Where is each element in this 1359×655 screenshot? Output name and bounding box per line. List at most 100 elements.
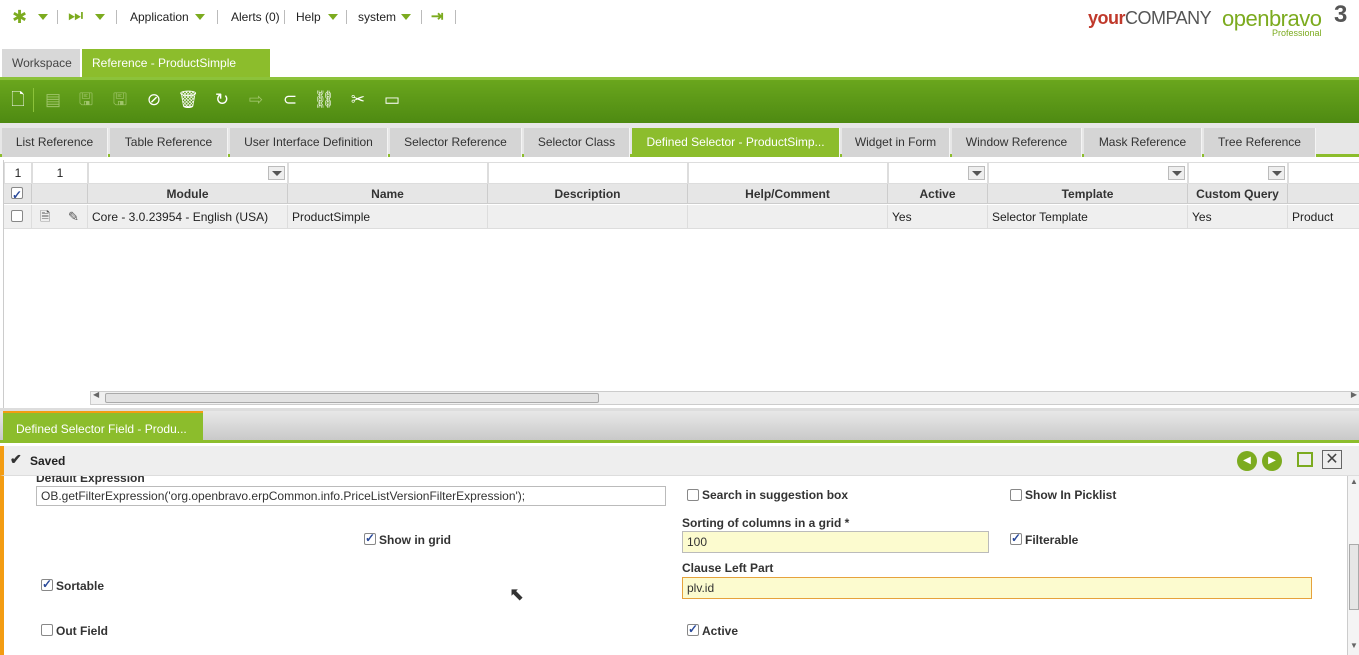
tab-workspace[interactable]: Workspace: [2, 49, 80, 77]
close-icon[interactable]: ✕: [328, 56, 341, 69]
openbravo-version: 3: [1334, 1, 1348, 28]
select-all-checkbox[interactable]: [11, 185, 23, 205]
active-filter[interactable]: [888, 162, 988, 184]
show-in-grid-checkbox[interactable]: [364, 531, 376, 545]
new-document-icon[interactable]: 🗋: [5, 87, 31, 113]
link-icon[interactable]: ⛓: [311, 87, 337, 113]
active-checkbox[interactable]: [687, 622, 699, 636]
show-in-grid-label: Show in grid: [379, 533, 451, 547]
help-dropdown-icon[interactable]: [328, 14, 338, 20]
template-filter[interactable]: [988, 162, 1188, 184]
open-form-icon[interactable]: 🗎: [40, 205, 50, 229]
name-filter[interactable]: [288, 162, 488, 184]
default-expression-label: Default Expression: [36, 476, 145, 485]
tab-table-reference[interactable]: Table Reference: [110, 128, 228, 157]
vertical-scrollbar[interactable]: ▲ ▼: [1347, 476, 1359, 655]
next-record-icon[interactable]: ▶: [1262, 451, 1282, 471]
user-dropdown-icon[interactable]: [401, 14, 411, 20]
horizontal-scrollbar[interactable]: ◀ ▶: [90, 390, 1359, 405]
record-form: Default Expression OB.getFilterExpressio…: [0, 476, 1347, 655]
tab-selector-reference[interactable]: Selector Reference: [390, 128, 522, 157]
delete-icon[interactable]: 🗑: [175, 87, 201, 113]
layout-icon[interactable]: ▭: [379, 87, 405, 113]
default-expression-field[interactable]: OB.getFilterExpression('org.openbravo.er…: [36, 486, 666, 506]
description-filter[interactable]: [488, 162, 688, 184]
module-filter[interactable]: [88, 162, 288, 184]
tab-selector-class[interactable]: Selector Class: [524, 128, 630, 157]
scroll-right-icon[interactable]: ▶: [1351, 390, 1357, 399]
search-in-suggestion-box-checkbox[interactable]: [687, 489, 699, 501]
cell-name: ProductSimple: [288, 205, 488, 229]
menu-dropdown-icon[interactable]: [38, 14, 48, 20]
previous-record-icon[interactable]: ◀: [1237, 451, 1257, 471]
tab-widget-in-form[interactable]: Widget in Form: [842, 128, 950, 157]
extra-filter[interactable]: [1288, 162, 1359, 184]
openbravo-menu-icon[interactable]: ✱: [12, 7, 27, 28]
tab-list-reference[interactable]: List Reference: [2, 128, 108, 157]
new-row-icon[interactable]: ▤: [40, 87, 66, 113]
tab-defined-selector[interactable]: Defined Selector - ProductSimp...: [632, 128, 840, 157]
cell-help: [688, 205, 888, 229]
quick-launch-icon[interactable]: ⏭: [68, 6, 83, 26]
tools-icon[interactable]: ✂: [345, 87, 371, 113]
tab-user-interface-definition[interactable]: User Interface Definition: [230, 128, 388, 157]
sorting-field[interactable]: 100: [682, 531, 989, 553]
tab-defined-selector-field[interactable]: Defined Selector Field - Produ...: [3, 411, 203, 443]
tab-reference-productsimple[interactable]: Reference - ProductSimple ✕: [82, 49, 341, 77]
application-menu[interactable]: Application: [130, 10, 189, 24]
refresh-icon[interactable]: ↻: [209, 87, 235, 113]
close-form-icon[interactable]: ✕: [1322, 450, 1342, 469]
clause-left-part-field[interactable]: plv.id: [682, 577, 1312, 599]
header-module[interactable]: Module: [88, 184, 288, 204]
table-row[interactable]: 🗎 ✎ Core - 3.0.23954 - English (USA) Pro…: [4, 205, 1359, 229]
show-in-picklist-checkbox[interactable]: [1010, 489, 1022, 501]
template-filter-dropdown-icon[interactable]: [1168, 166, 1185, 180]
tab-tree-reference[interactable]: Tree Reference: [1204, 128, 1316, 157]
cell-custom-query: Yes: [1188, 205, 1288, 229]
openbravo-professional-label: Professional: [1272, 28, 1322, 38]
quick-launch-dropdown-icon[interactable]: [95, 14, 105, 20]
module-filter-dropdown-icon[interactable]: [268, 166, 285, 180]
row-checkbox[interactable]: [11, 210, 23, 222]
maximize-icon[interactable]: [1297, 452, 1313, 467]
tab-mask-reference[interactable]: Mask Reference: [1084, 128, 1202, 157]
undo-icon[interactable]: ⊘: [141, 87, 167, 113]
row-actions-cell: 🗎 ✎: [32, 205, 88, 229]
select-all-cell: [4, 184, 32, 205]
header-template[interactable]: Template: [988, 184, 1188, 204]
header-active[interactable]: Active: [888, 184, 988, 204]
scroll-left-icon[interactable]: ◀: [93, 390, 99, 399]
check-icon: ✔: [10, 451, 22, 467]
custom-query-filter-dropdown-icon[interactable]: [1268, 166, 1285, 180]
horizontal-scrollbar-thumb[interactable]: [105, 393, 599, 403]
custom-query-filter[interactable]: [1188, 162, 1288, 184]
sortable-checkbox[interactable]: [41, 577, 53, 591]
help-filter[interactable]: [688, 162, 888, 184]
filterable-checkbox[interactable]: [1010, 531, 1022, 545]
save-close-icon[interactable]: 🖫: [107, 87, 133, 113]
scroll-down-icon[interactable]: ▼: [1350, 641, 1358, 650]
active-filter-dropdown-icon[interactable]: [968, 166, 985, 180]
header-name[interactable]: Name: [288, 184, 488, 204]
vertical-scrollbar-thumb[interactable]: [1349, 544, 1359, 610]
save-icon[interactable]: 🖫: [73, 87, 99, 113]
attachment-icon[interactable]: ⊂: [277, 87, 303, 113]
header-description[interactable]: Description: [488, 184, 688, 204]
export-icon[interactable]: ⇨: [243, 87, 269, 113]
header-extra[interactable]: [1288, 184, 1359, 204]
row-count-cell-2: 1: [32, 162, 88, 184]
help-menu[interactable]: Help: [296, 10, 321, 24]
scroll-up-icon[interactable]: ▲: [1350, 477, 1358, 486]
filter-row: 1 1: [4, 162, 1359, 184]
header-help-comment[interactable]: Help/Comment: [688, 184, 888, 204]
out-field-checkbox[interactable]: [41, 624, 53, 636]
alerts-link[interactable]: Alerts (0): [231, 10, 280, 24]
header-custom-query[interactable]: Custom Query: [1188, 184, 1288, 204]
logout-icon[interactable]: ⇥: [431, 7, 444, 25]
window-tabs: Workspace Reference - ProductSimple ✕: [0, 49, 1359, 77]
user-menu[interactable]: system: [358, 10, 396, 24]
application-dropdown-icon[interactable]: [195, 14, 205, 20]
edit-pencil-icon[interactable]: ✎: [68, 205, 79, 229]
form-tabs-bar: Defined Selector Field - Produ...: [0, 411, 1359, 443]
tab-window-reference[interactable]: Window Reference: [952, 128, 1082, 157]
